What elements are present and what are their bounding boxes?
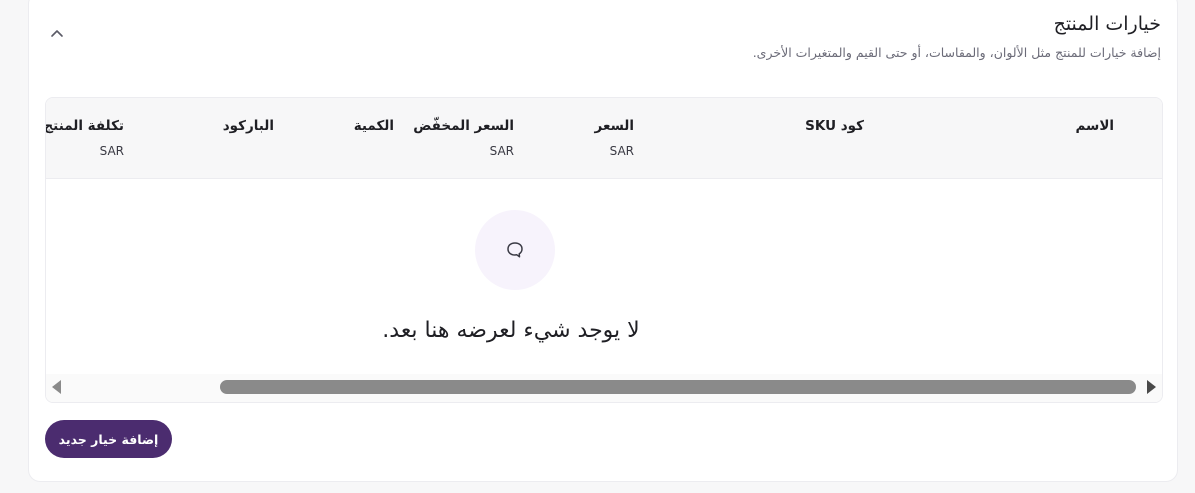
scroll-left-arrow-icon[interactable]: [52, 380, 61, 394]
product-options-card: خيارات المنتج إضافة خيارات للمنتج مثل ال…: [28, 0, 1178, 482]
column-unit: SAR: [99, 144, 124, 158]
column-label: الكمية: [353, 118, 394, 134]
column-sku: كود SKU: [805, 118, 864, 134]
column-unit: SAR: [609, 144, 634, 158]
column-barcode: الباركود: [223, 118, 274, 134]
table-header: الاسم كود SKU السعر SAR السعر المخفّض SA…: [46, 98, 1162, 179]
column-label: السعر: [594, 118, 634, 134]
column-label: السعر المخفّض: [413, 118, 514, 134]
column-label: كود SKU: [805, 118, 864, 134]
column-label: تكلفة المنتج: [45, 118, 124, 134]
column-label: الاسم: [1075, 118, 1114, 134]
column-cost: تكلفة المنتج SAR: [45, 118, 124, 158]
scrollbar-thumb[interactable]: [220, 380, 1136, 394]
column-unit: SAR: [489, 144, 514, 158]
collapse-button[interactable]: [45, 23, 69, 43]
scroll-right-arrow-icon[interactable]: [1147, 380, 1156, 394]
chevron-up-icon: [51, 29, 63, 37]
options-table: الاسم كود SKU السعر SAR السعر المخفّض SA…: [45, 97, 1163, 403]
speech-bubble-icon: [507, 242, 523, 258]
column-name: الاسم: [1075, 118, 1114, 134]
column-sale-price: السعر المخفّض SAR: [413, 118, 514, 158]
column-quantity: الكمية: [354, 118, 394, 134]
empty-state-icon-wrapper: [475, 210, 555, 290]
section-title: خيارات المنتج: [1053, 13, 1161, 35]
empty-state-message: لا يوجد شيء لعرضه هنا بعد.: [382, 318, 640, 343]
section-subtitle: إضافة خيارات للمنتج مثل الألوان، والمقاس…: [752, 45, 1161, 60]
add-option-button[interactable]: إضافة خيار جديد: [45, 420, 172, 458]
column-price: السعر SAR: [595, 118, 634, 158]
column-label: الباركود: [222, 118, 274, 134]
